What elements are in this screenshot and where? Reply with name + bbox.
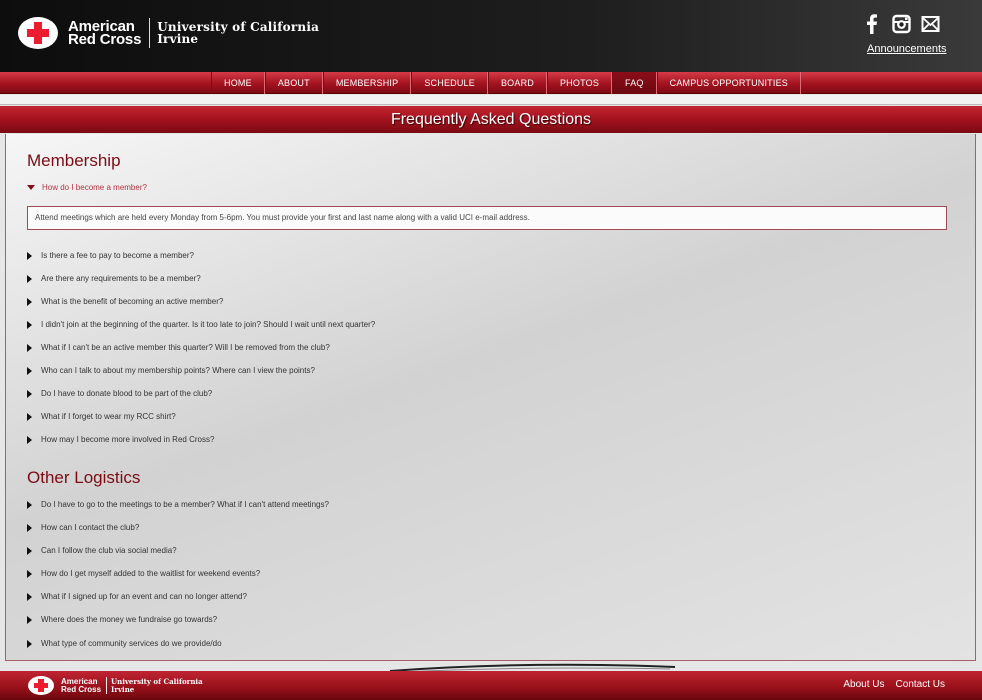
site-logo[interactable]: American Red Cross University of Califor… [18,17,319,49]
page-title-bar: Frequently Asked Questions [0,106,982,133]
nav-campus-opportunities[interactable]: CAMPUS OPPORTUNITIES [656,72,801,94]
instagram-icon[interactable] [892,14,911,34]
mail-icon[interactable] [921,14,940,34]
caret-right-icon [27,639,32,648]
caret-right-icon [27,251,32,260]
caret-down-icon [27,185,35,190]
faq-question[interactable]: I didn't join at the beginning of the qu… [27,320,375,329]
footer-logo[interactable]: American Red Cross University of Califor… [28,676,203,695]
footer-logo-divider [106,677,108,694]
faq-question[interactable]: What if I signed up for an event and can… [27,592,247,601]
footer-arc-name: American Red Cross [61,677,102,694]
red-cross-logo-icon [28,676,54,695]
faq-question-open[interactable]: How do I become a member? [27,183,147,192]
faq-question[interactable]: Where does the money we fundraise go tow… [27,615,217,624]
facebook-icon[interactable] [863,14,882,35]
caret-right-icon [27,615,32,624]
footer-uci-name: University of California Irvine [111,677,203,694]
faq-question[interactable]: Can I follow the club via social media? [27,546,177,555]
faq-question[interactable]: Who can I talk to about my membership po… [27,366,315,375]
nav-faq[interactable]: FAQ [612,72,657,94]
faq-question[interactable]: Is there a fee to pay to become a member… [27,251,194,260]
nav-board[interactable]: BOARD [487,72,547,94]
question-text: Do I have to go to the meetings to be a … [41,500,329,509]
footer-contact-us-link[interactable]: Contact Us [896,679,945,690]
question-text: How can I contact the club? [41,523,140,532]
nav-items: HOME ABOUT MEMBERSHIP SCHEDULE BOARD PHO… [211,72,801,94]
nav-schedule[interactable]: SCHEDULE [411,72,488,94]
question-text: What if I forget to wear my RCC shirt? [41,412,176,421]
faq-question[interactable]: Do I have to go to the meetings to be a … [27,500,329,509]
footer-links: About Us Contact Us [843,679,945,690]
caret-right-icon [27,389,32,398]
faq-question[interactable]: How may I become more involved in Red Cr… [27,435,214,444]
caret-right-icon [27,366,32,375]
site-footer: American Red Cross University of Califor… [0,671,982,700]
question-text: Who can I talk to about my membership po… [41,366,315,375]
faq-question[interactable]: Are there any requirements to be a membe… [27,274,201,283]
faq-answer: Attend meetings which are held every Mon… [27,206,947,230]
faq-content: Membership How do I become a member? Att… [5,134,976,661]
question-text: Do I have to donate blood to be part of … [41,389,213,398]
section-title-logistics: Other Logistics [27,468,141,487]
question-text: Where does the money we fundraise go tow… [41,615,218,624]
footer-about-us-link[interactable]: About Us [843,679,884,690]
announcements-link[interactable]: Announcements [867,43,947,55]
faq-question[interactable]: What is the benefit of becoming an activ… [27,297,223,306]
caret-right-icon [27,435,32,444]
uci-name: University of California Irvine [157,21,319,45]
uci-line2: Irvine [157,32,199,46]
caret-right-icon [27,297,32,306]
question-text: What if I can't be an active member this… [41,343,330,352]
nav-divider-strip [0,95,982,105]
caret-right-icon [27,412,32,421]
faq-question[interactable]: What if I forget to wear my RCC shirt? [27,412,176,421]
question-text: Is there a fee to pay to become a member… [41,251,194,260]
section-title-membership: Membership [27,151,121,170]
caret-right-icon [27,320,32,329]
faq-question[interactable]: How do I get myself added to the waitlis… [27,569,260,578]
question-text: What if I signed up for an event and can… [41,592,247,601]
caret-right-icon [27,546,32,555]
page-title: Frequently Asked Questions [390,111,592,128]
caret-right-icon [27,274,32,283]
question-text: How do I get myself added to the waitlis… [41,569,261,578]
arc-line2: Red Cross [68,31,142,48]
logo-divider [149,18,151,48]
question-text: Can I follow the club via social media? [41,546,177,555]
question-text: What type of community services do we pr… [41,639,222,648]
faq-question[interactable]: How can I contact the club? [27,523,139,532]
site-header: American Red Cross University of Califor… [0,0,982,72]
question-text: What is the benefit of becoming an activ… [41,297,224,306]
caret-right-icon [27,343,32,352]
question-text: How may I become more involved in Red Cr… [41,435,215,444]
arc-name: American Red Cross [68,19,142,48]
footer-arc-line2: Red Cross [61,684,102,694]
caret-right-icon [27,500,32,509]
social-links [863,14,940,35]
caret-right-icon [27,592,32,601]
faq-question[interactable]: Do I have to donate blood to be part of … [27,389,212,398]
caret-right-icon [27,569,32,578]
faq-question[interactable]: What if I can't be an active member this… [27,343,330,352]
main-nav: HOME ABOUT MEMBERSHIP SCHEDULE BOARD PHO… [0,72,982,94]
nav-home[interactable]: HOME [211,72,265,94]
question-text: I didn't join at the beginning of the qu… [41,320,376,329]
caret-right-icon [27,523,32,532]
question-text: Are there any requirements to be a membe… [41,274,201,283]
nav-membership[interactable]: MEMBERSHIP [322,72,412,94]
red-cross-logo-icon [18,17,58,49]
faq-question[interactable]: What type of community services do we pr… [27,639,222,648]
nav-about[interactable]: ABOUT [264,72,323,94]
nav-photos[interactable]: PHOTOS [546,72,613,94]
footer-uci-line2: Irvine [111,684,135,694]
question-text: How do I become a member? [42,183,147,192]
